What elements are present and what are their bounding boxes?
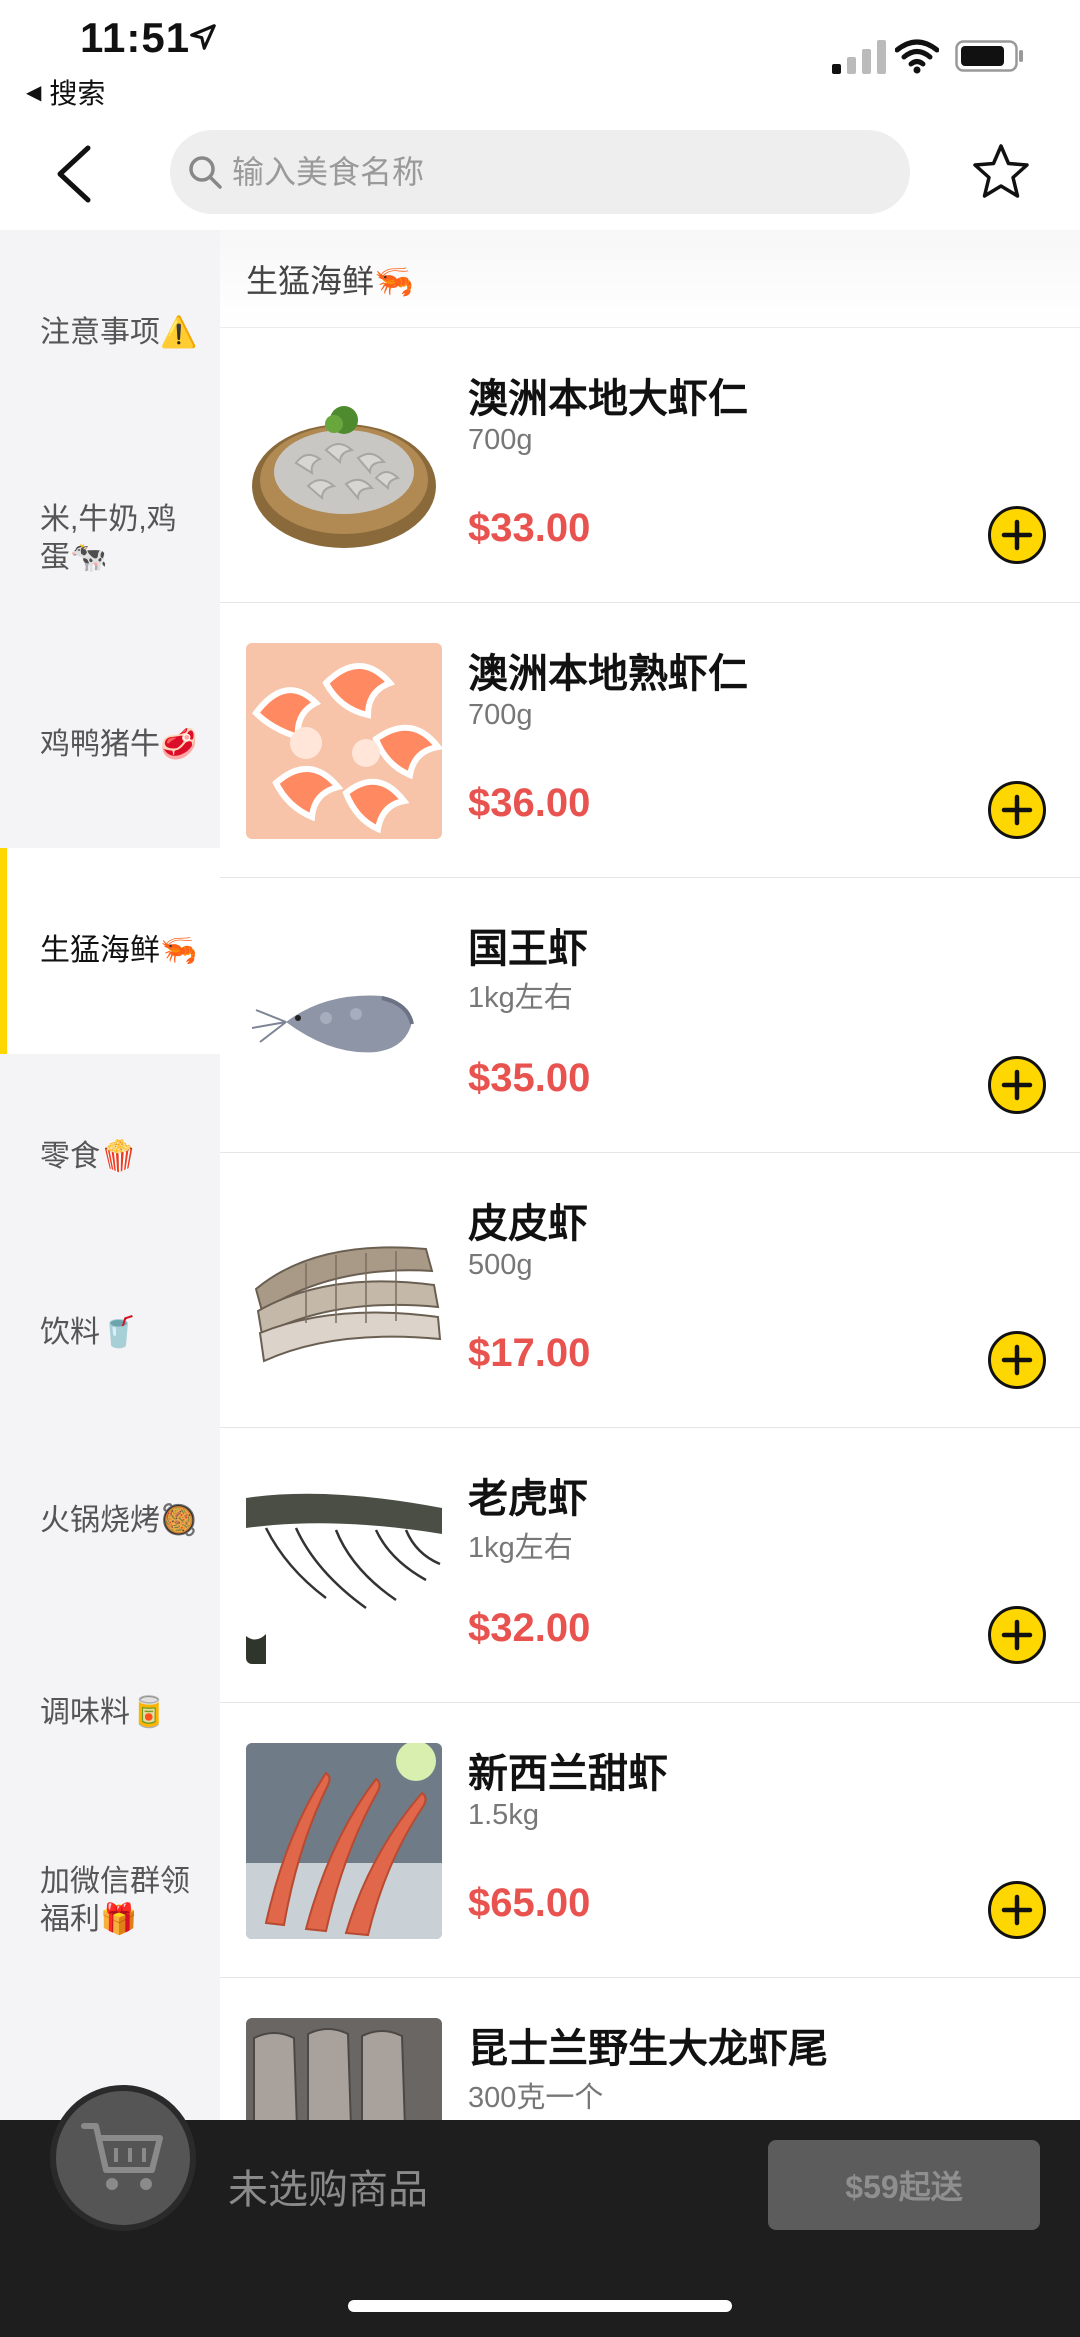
product-name: 国王虾 — [468, 927, 588, 971]
active-indicator — [0, 848, 7, 1054]
product-spec: 1kg左右 — [468, 1532, 573, 1564]
product-name: 老虎虾 — [468, 1477, 588, 1521]
sidebar-item-label: 加微信群领福利🎁 — [40, 1865, 190, 1936]
back-to-app[interactable]: ◀ 搜索 — [26, 72, 105, 112]
product-image — [246, 918, 442, 1114]
product-spec: 300克一个 — [468, 2082, 604, 2114]
plus-icon — [1001, 1894, 1033, 1926]
product-spec: 1.5kg — [468, 1799, 539, 1831]
sidebar-item-label: 注意事项⚠️ — [40, 316, 198, 349]
cellular-signal-icon — [832, 40, 886, 74]
favorite-star-icon[interactable] — [970, 142, 1032, 202]
sidebar-item-meat[interactable]: 鸡鸭猪牛🥩 — [0, 642, 220, 848]
product-name: 澳洲本地大虾仁 — [468, 377, 748, 421]
home-indicator[interactable] — [348, 2300, 732, 2312]
add-to-cart-button[interactable] — [988, 781, 1046, 839]
sidebar-item-seafood[interactable]: 生猛海鲜🦐 — [0, 848, 220, 1054]
product-card[interactable]: 澳洲本地大虾仁 700g $33.00 — [220, 328, 1080, 603]
sidebar-item-drinks[interactable]: 饮料🥤 — [0, 1230, 220, 1436]
product-image — [246, 2018, 442, 2120]
back-triangle-icon: ◀ — [26, 81, 42, 104]
nav-header — [0, 120, 1080, 230]
back-app-label: 搜索 — [49, 78, 106, 109]
product-price: $35.00 — [468, 1056, 591, 1100]
product-price: $33.00 — [468, 506, 591, 550]
wifi-icon — [895, 39, 939, 74]
product-image — [246, 368, 442, 564]
sidebar-item-label: 调味料🥫 — [40, 1696, 168, 1729]
plus-icon — [1001, 519, 1033, 551]
sidebar-item-label: 米,牛奶,鸡蛋🐄 — [40, 503, 177, 574]
product-image — [246, 1743, 442, 1939]
product-spec: 500g — [468, 1249, 533, 1281]
product-image — [246, 1468, 442, 1664]
search-input[interactable] — [232, 153, 872, 191]
battery-icon — [955, 40, 1023, 72]
product-price: $65.00 — [468, 1881, 591, 1925]
product-name: 新西兰甜虾 — [468, 1752, 668, 1796]
product-spec: 700g — [468, 424, 533, 456]
location-arrow-icon — [190, 24, 216, 50]
category-sidebar: 注意事项⚠️ 米,牛奶,鸡蛋🐄 鸡鸭猪牛🥩 生猛海鲜🦐 零食🍿 饮料🥤 火锅烧烤… — [0, 230, 220, 2120]
sidebar-item-wechat-group[interactable]: 加微信群领福利🎁 — [0, 1798, 220, 2004]
search-icon — [189, 156, 222, 189]
product-price: $36.00 — [468, 781, 591, 825]
product-spec: 1kg左右 — [468, 982, 573, 1014]
sidebar-item-label: 零食🍿 — [40, 1140, 138, 1173]
add-to-cart-button[interactable] — [988, 506, 1046, 564]
product-name: 澳洲本地熟虾仁 — [468, 652, 748, 696]
search-bar[interactable] — [170, 130, 910, 214]
add-to-cart-button[interactable] — [988, 1606, 1046, 1664]
section-title: 生猛海鲜🦐 — [220, 230, 1080, 328]
product-card[interactable]: 老虎虾 1kg左右 $32.00 — [220, 1428, 1080, 1703]
status-time: 11:51 — [80, 14, 191, 61]
product-name: 皮皮虾 — [468, 1202, 588, 1246]
product-card[interactable]: 皮皮虾 500g $17.00 — [220, 1153, 1080, 1428]
plus-icon — [1001, 1344, 1033, 1376]
sidebar-item-notice[interactable]: 注意事项⚠️ — [0, 230, 220, 436]
cart-status-text: 未选购商品 — [228, 2168, 428, 2212]
sidebar-item-seasoning[interactable]: 调味料🥫 — [0, 1610, 220, 1816]
cart-button[interactable] — [50, 2085, 196, 2231]
product-spec: 700g — [468, 699, 533, 731]
checkout-button[interactable]: $59起送 — [768, 2140, 1040, 2230]
sidebar-item-label: 饮料🥤 — [40, 1316, 138, 1349]
product-card[interactable]: 昆士兰野生大龙虾尾 300克一个 — [220, 1978, 1080, 2120]
product-card[interactable]: 国王虾 1kg左右 $35.00 — [220, 878, 1080, 1153]
sidebar-item-rice-milk-eggs[interactable]: 米,牛奶,鸡蛋🐄 — [0, 436, 220, 642]
product-image — [246, 1193, 442, 1389]
product-price: $32.00 — [468, 1606, 591, 1650]
plus-icon — [1001, 1619, 1033, 1651]
product-name: 昆士兰野生大龙虾尾 — [468, 2027, 828, 2071]
add-to-cart-button[interactable] — [988, 1881, 1046, 1939]
sidebar-item-label: 鸡鸭猪牛🥩 — [40, 728, 198, 761]
back-chevron-icon[interactable] — [50, 144, 100, 204]
add-to-cart-button[interactable] — [988, 1331, 1046, 1389]
sidebar-item-label: 火锅烧烤🥘 — [40, 1504, 198, 1537]
product-card[interactable]: 新西兰甜虾 1.5kg $65.00 — [220, 1703, 1080, 1978]
product-image — [246, 643, 442, 839]
plus-icon — [1001, 794, 1033, 826]
add-to-cart-button[interactable] — [988, 1056, 1046, 1114]
sidebar-item-label: 生猛海鲜🦐 — [40, 934, 198, 967]
plus-icon — [1001, 1069, 1033, 1101]
product-list: 生猛海鲜🦐 澳洲本地大虾仁 700g $33.00 澳洲本地熟虾仁 700g $… — [220, 230, 1080, 2120]
product-card[interactable]: 澳洲本地熟虾仁 700g $36.00 — [220, 603, 1080, 878]
product-price: $17.00 — [468, 1331, 591, 1375]
sidebar-item-hotpot-bbq[interactable]: 火锅烧烤🥘 — [0, 1418, 220, 1624]
status-bar: 11:51 ◀ 搜索 — [0, 0, 1080, 120]
shopping-cart-icon — [81, 2123, 163, 2190]
